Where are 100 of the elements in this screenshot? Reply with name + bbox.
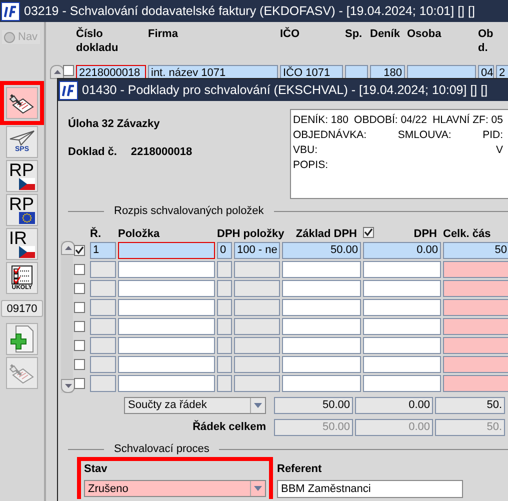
add-tool-button[interactable] [6, 323, 38, 355]
total-cell: 0.00 [355, 418, 433, 436]
table-cell [234, 375, 280, 392]
row-total-label: Řádek celkem [192, 421, 266, 433]
report-tool-button[interactable]: RP [6, 160, 38, 192]
down-arrow-icon [64, 384, 72, 388]
table-cell [443, 318, 508, 335]
report-tool-button[interactable]: IR [6, 228, 38, 260]
task-label: Úloha 32 Závazky [68, 118, 161, 130]
info-text: VBU: [293, 144, 318, 156]
total-cell: 50. [435, 396, 505, 414]
column-header: Ř. [90, 227, 102, 241]
table-cell: 50.00 [282, 242, 361, 259]
column-header: Základ DPH [294, 227, 358, 241]
pen-paper-icon [9, 91, 35, 115]
table-cell: 0.00 [363, 242, 441, 259]
column-header: Celk. čás [443, 227, 492, 241]
logo-icon [1, 2, 20, 20]
report-tool-button[interactable]: RP [6, 194, 38, 226]
table-cell: 100 - ne [234, 242, 280, 259]
info-text: PID: [482, 128, 503, 140]
table-cell [217, 280, 232, 297]
caret-icon [254, 486, 262, 491]
row-checkbox[interactable] [74, 302, 85, 313]
section-title: Schvalovací proces [114, 443, 210, 455]
table-cell [234, 356, 280, 373]
column-checkbox[interactable] [363, 227, 374, 238]
scroll-up-button[interactable] [50, 65, 64, 79]
table-cell: 50. [443, 242, 508, 259]
table-cell: 1 [90, 242, 116, 259]
column-header: DPH položky [217, 227, 286, 241]
column-header: IČO [280, 27, 301, 42]
column-header: Položka [118, 227, 161, 241]
table-cell [443, 299, 508, 316]
table-cell [234, 337, 280, 354]
info-text: OBJEDNÁVKA: [293, 128, 367, 140]
column-header: Číslo dokladu [76, 27, 120, 56]
totals-dropdown[interactable]: Součty za řádek [124, 396, 266, 414]
column-header: Deník [370, 27, 401, 42]
checklist-icon [11, 264, 33, 284]
row-checkbox[interactable] [63, 65, 74, 76]
section-title: Rozpis schvalovaných položek [114, 205, 264, 217]
info-text: DENÍK: 180 [293, 114, 348, 126]
table-cell [217, 299, 232, 316]
info-text: OBDOBÍ: 04/22 [354, 114, 427, 126]
table-cell [234, 299, 280, 316]
row-checkbox[interactable] [74, 264, 85, 275]
table-cell [234, 261, 280, 278]
table-cell [443, 261, 508, 278]
table-cell [234, 318, 280, 335]
referent-label: Referent [277, 463, 323, 475]
paper-plane-icon [9, 130, 35, 146]
row-checkbox[interactable] [74, 340, 85, 351]
table-cell: 0 [217, 242, 232, 259]
info-text: V [496, 144, 503, 156]
table-cell [443, 356, 508, 373]
caret-icon [254, 402, 262, 408]
info-text: SMLOUVA: [398, 128, 452, 140]
referent-field[interactable]: BBM Zaměstnanci [277, 480, 463, 498]
table-cell [217, 261, 232, 278]
table-cell [217, 375, 232, 392]
scrollbar[interactable] [61, 241, 73, 393]
column-header: Firma [148, 27, 179, 42]
pen-paper-icon [9, 361, 35, 385]
row-checkbox[interactable] [74, 321, 85, 332]
status-dropdown[interactable]: Zrušeno [84, 480, 266, 497]
flag-icon [19, 178, 35, 190]
check-icon [75, 246, 84, 255]
table-cell [234, 280, 280, 297]
table-cell [217, 337, 232, 354]
check-icon [364, 228, 373, 237]
row-checkbox[interactable] [74, 378, 85, 389]
status-label: Stav [84, 463, 108, 475]
code-button[interactable]: 09170 [1, 300, 43, 317]
row-checkbox[interactable] [74, 283, 85, 294]
window-title: 03219 - Schvalování dodavatelské faktury (EKDOFASV) - [19.04.2024; 10:01] [] [] [24, 4, 475, 18]
row-checkbox[interactable] [74, 359, 85, 370]
column-header: DPH [363, 227, 443, 241]
info-text: POPIS: [293, 158, 328, 170]
window-title: 01430 - Podklady pro schvalování (EKSCHVAL) - [19.04.2024; 10:09] [] [] [82, 83, 488, 97]
document-label: Doklad č. [68, 146, 117, 158]
row-checkbox[interactable] [74, 245, 85, 256]
flag-icon [19, 246, 35, 258]
table-cell [217, 356, 232, 373]
table-cell [217, 318, 232, 335]
flag-icon [19, 212, 35, 224]
add-document-icon [9, 325, 35, 353]
total-cell: 0.00 [355, 396, 433, 414]
edit-tool-button[interactable] [6, 87, 38, 119]
logo-icon [59, 80, 78, 100]
column-header: Sp. [345, 27, 364, 42]
total-cell: 50. [435, 418, 505, 436]
table-cell [443, 337, 508, 354]
up-arrow-icon [54, 70, 60, 74]
column-header: Osoba [407, 27, 442, 42]
total-cell: 50.00 [274, 396, 353, 414]
up-arrow-icon [64, 246, 72, 250]
column-header: Ob d. [478, 27, 494, 56]
info-text: HLAVNÍ ZF: 05 [432, 114, 503, 126]
total-cell: 50.00 [274, 418, 353, 436]
